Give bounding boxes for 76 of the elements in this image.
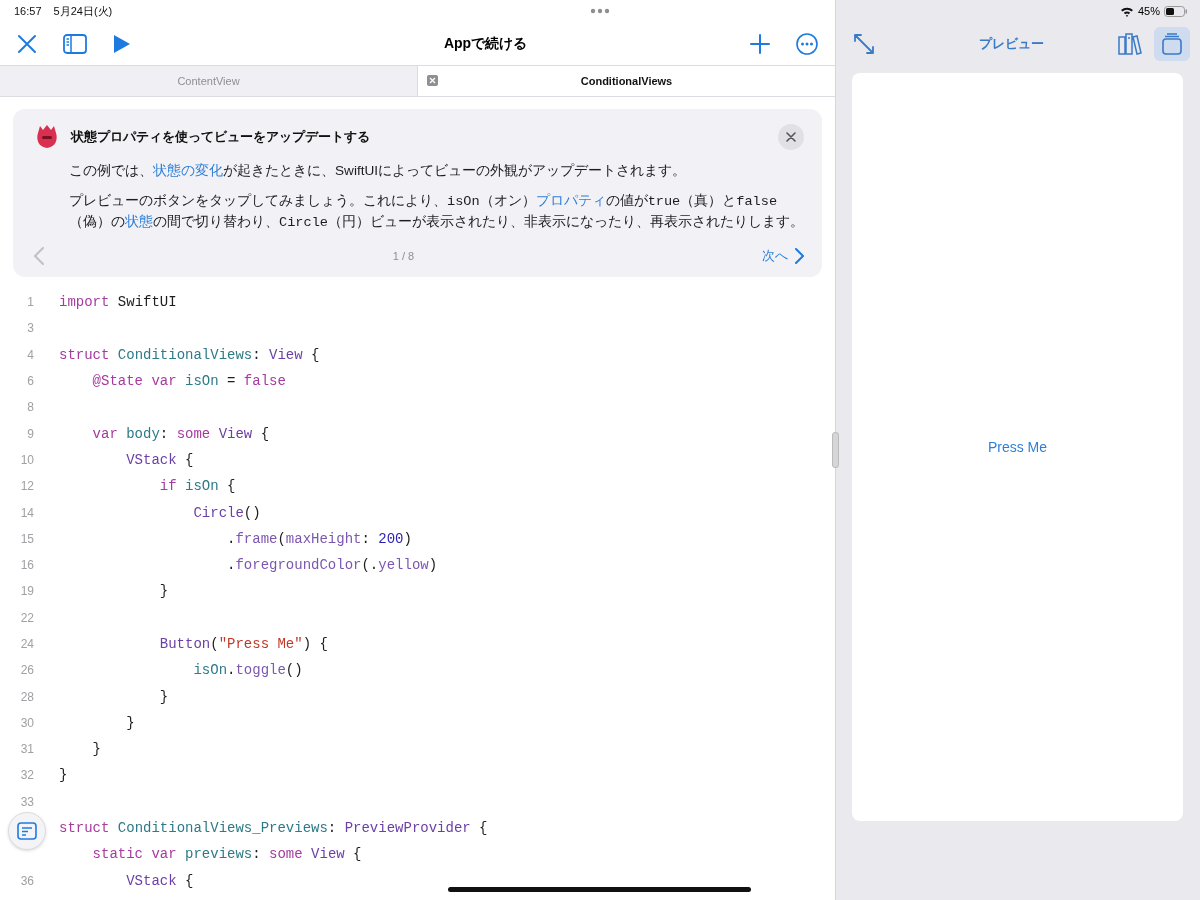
- glossary-link[interactable]: プロパティ: [535, 193, 606, 208]
- line-number: 31: [19, 742, 34, 757]
- preview-mode-button[interactable]: [1154, 26, 1190, 61]
- status-date: 5月24日(火): [53, 3, 113, 19]
- code-line: isOn.toggle(): [192, 662, 303, 679]
- close-icon[interactable]: [17, 33, 37, 54]
- multitasking-dots-icon[interactable]: [590, 8, 610, 14]
- code-line: if isOn {: [158, 478, 236, 495]
- status-time: 16:57: [14, 5, 42, 17]
- window-title: Appで続ける: [442, 34, 529, 53]
- file-tab[interactable]: ContentView: [0, 66, 417, 96]
- line-number: 6: [26, 374, 34, 389]
- line-number: 16: [19, 558, 34, 573]
- tab-label: ContentView: [177, 75, 240, 87]
- next-button[interactable]: 次へ: [762, 247, 804, 265]
- notes-icon: [17, 822, 37, 840]
- close-button[interactable]: [778, 124, 804, 150]
- code-line: import SwiftUI: [59, 294, 177, 311]
- sidebar-icon[interactable]: [63, 33, 87, 54]
- guide-paragraph: この例では、状態の変化が起きたときに、SwiftUIによってビューの外観がアップデートされます。: [69, 162, 688, 180]
- code-line: }: [125, 714, 135, 731]
- code-line: .frame(maxHeight: 200): [226, 530, 412, 547]
- code-line: static var previews: some View {: [91, 846, 362, 863]
- line-number: 3: [26, 321, 34, 336]
- tab-label: ConditionalViews: [580, 75, 673, 87]
- line-number: 22: [19, 610, 34, 625]
- wifi-icon: [1119, 5, 1134, 17]
- more-icon[interactable]: [796, 32, 818, 55]
- code-line: }: [91, 741, 101, 758]
- line-number: 9: [26, 426, 34, 441]
- code-line: }: [59, 767, 68, 784]
- code-line: VStack {: [125, 872, 194, 889]
- line-number: 36: [19, 873, 34, 888]
- code-line: Circle(): [192, 504, 261, 521]
- line-number: 4: [26, 347, 34, 362]
- library-icon[interactable]: [1118, 32, 1142, 55]
- line-number: 28: [19, 689, 34, 704]
- code-line: VStack {: [125, 451, 194, 468]
- line-number: 14: [19, 505, 34, 520]
- code-line: Button("Press Me") {: [158, 636, 328, 652]
- line-number: 19: [19, 584, 34, 599]
- code-line: }: [158, 688, 169, 705]
- guide-paragraph: プレビューのボタンをタップしてみましょう。これにより、isOn（オン）プロパティの値がtrue（真）と false （偽）の状態の間で切り替わり、Circle（円）ビューが表示されたり、非表示になったり、再表示されたりします。: [69, 192, 804, 232]
- play-icon[interactable]: [113, 33, 131, 54]
- press-me-button[interactable]: Press Me: [983, 437, 1052, 457]
- line-number: 26: [19, 663, 34, 678]
- battery-icon: [1164, 5, 1188, 17]
- line-number: 33: [19, 794, 34, 809]
- line-number: 30: [19, 715, 34, 730]
- code-line: var body: some View {: [91, 425, 270, 442]
- battery-percent: 45%: [1137, 5, 1160, 17]
- notes-button[interactable]: [8, 812, 46, 850]
- line-number: 10: [19, 452, 34, 467]
- line-number: 24: [19, 637, 34, 651]
- plus-icon[interactable]: [750, 33, 770, 54]
- code-line: @State var isOn = false: [91, 373, 286, 390]
- guide-title: 状態プロパティを使ってビューをアップデートする: [71, 128, 371, 146]
- page-indicator: 1 / 8: [391, 250, 416, 262]
- code-line: struct ConditionalViews_Previews: PreviewProvider {: [59, 820, 488, 837]
- close-icon: [786, 132, 796, 142]
- stacked-windows-icon: [1161, 32, 1183, 55]
- preview-title: プレビュー: [978, 34, 1045, 53]
- line-number: 32: [19, 768, 34, 783]
- close-tab-icon[interactable]: [427, 75, 438, 86]
- glossary-link[interactable]: 状態: [125, 214, 153, 229]
- chevron-right-icon: [794, 248, 804, 264]
- line-number: 15: [19, 531, 34, 546]
- expand-icon[interactable]: [853, 32, 875, 55]
- split-handle[interactable]: [832, 432, 839, 468]
- code-line: .foregroundColor(.yellow): [226, 557, 438, 574]
- line-number: 12: [19, 479, 34, 494]
- code-line: struct ConditionalViews: View {: [59, 346, 320, 363]
- code-line: }: [158, 583, 169, 600]
- line-number: 1: [26, 295, 34, 310]
- line-number: 8: [26, 400, 34, 415]
- glossary-link[interactable]: 状態の変化: [153, 163, 223, 178]
